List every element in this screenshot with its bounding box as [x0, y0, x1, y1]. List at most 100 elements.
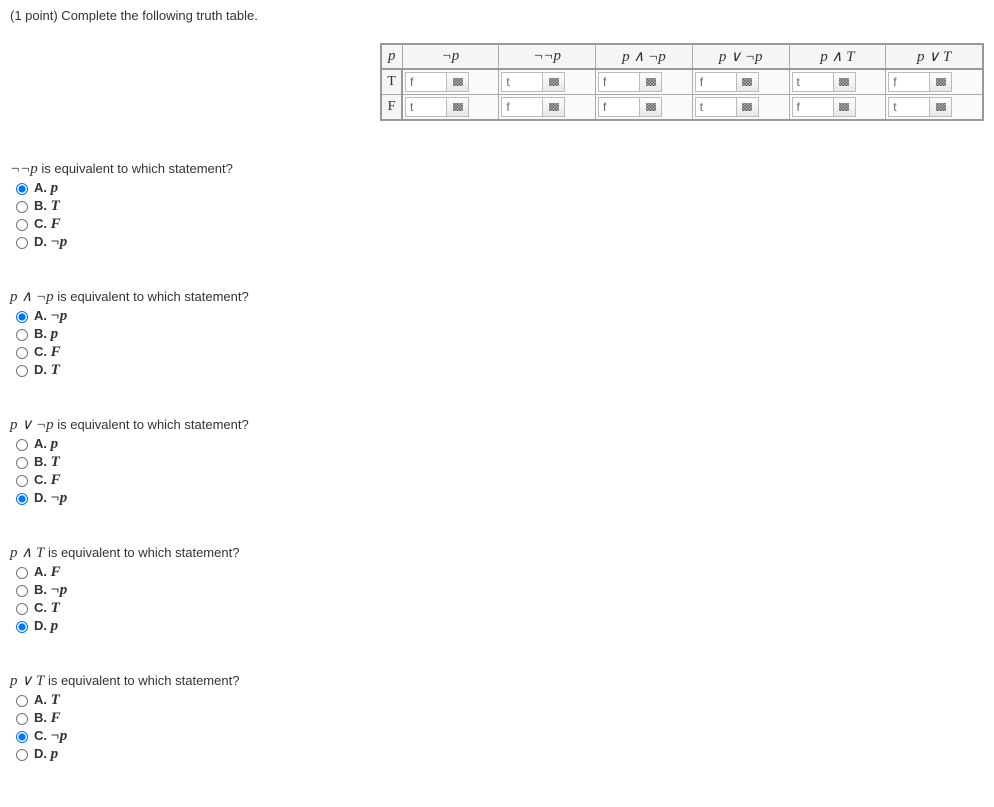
option-value: ¬p — [51, 234, 68, 250]
question-tail: is equivalent to which statement? — [44, 545, 239, 560]
option-label: B. ¬p — [34, 582, 67, 599]
option-radio[interactable] — [16, 347, 28, 359]
option-value: ¬p — [51, 582, 68, 598]
option-value: F — [51, 216, 61, 232]
grid-icon — [936, 103, 946, 111]
truth-value-input[interactable]: f — [792, 97, 834, 117]
grid-icon — [646, 78, 656, 86]
option-label: A. T — [34, 692, 60, 709]
question-block: p ∨ T is equivalent to which statement? A… — [10, 671, 984, 763]
option-row: D. p — [16, 746, 984, 763]
question-tail: is equivalent to which statement? — [54, 289, 249, 304]
option-value: F — [51, 710, 61, 726]
answer-cell: t — [692, 95, 789, 121]
option-radio[interactable] — [16, 621, 28, 633]
option-value: F — [51, 472, 61, 488]
truth-value-input[interactable]: f — [888, 72, 930, 92]
answer-cell: t — [789, 69, 886, 95]
answer-cell: t — [402, 95, 499, 121]
grid-icon — [742, 103, 752, 111]
question-block: ¬¬p is equivalent to which statement?A. … — [10, 161, 984, 251]
option-radio[interactable] — [16, 585, 28, 597]
option-label: B. T — [34, 454, 60, 471]
keypad-button[interactable] — [447, 72, 469, 92]
col-header-porT: p ∨ T — [886, 44, 983, 69]
option-radio[interactable] — [16, 237, 28, 249]
option-row: B. F — [16, 710, 984, 727]
truth-value-input[interactable]: f — [405, 72, 447, 92]
answer-cell: f — [402, 69, 499, 95]
keypad-button[interactable] — [930, 72, 952, 92]
option-radio[interactable] — [16, 183, 28, 195]
truth-value-input[interactable]: t — [792, 72, 834, 92]
keypad-button[interactable] — [640, 97, 662, 117]
option-row: A. ¬p — [16, 308, 984, 325]
question-expression: p ∧ T — [10, 545, 44, 561]
option-label: D. ¬p — [34, 490, 67, 507]
table-header-row: p ¬p ¬¬p p ∧ ¬p p ∨ ¬p p ∧ T p ∨ T — [381, 44, 983, 69]
question-tail: is equivalent to which statement? — [44, 673, 239, 688]
option-radio[interactable] — [16, 201, 28, 213]
option-row: A. F — [16, 564, 984, 581]
option-label: C. F — [34, 344, 61, 361]
col-header-notnotp: ¬¬p — [499, 44, 596, 69]
option-radio[interactable] — [16, 493, 28, 505]
option-radio[interactable] — [16, 567, 28, 579]
option-row: D. ¬p — [16, 490, 984, 507]
option-radio[interactable] — [16, 475, 28, 487]
table-row: Ft f f t f t — [381, 95, 983, 121]
truth-value-input[interactable]: f — [501, 97, 543, 117]
keypad-button[interactable] — [834, 97, 856, 117]
option-radio[interactable] — [16, 219, 28, 231]
col-header-p: p — [381, 44, 402, 69]
option-row: C. F — [16, 216, 984, 233]
problem-prompt: (1 point) Complete the following truth t… — [10, 8, 984, 23]
p-value-cell: F — [381, 95, 402, 121]
keypad-button[interactable] — [834, 72, 856, 92]
option-radio[interactable] — [16, 311, 28, 323]
grid-icon — [549, 103, 559, 111]
keypad-button[interactable] — [543, 72, 565, 92]
truth-value-input[interactable]: f — [598, 97, 640, 117]
truth-value-input[interactable]: t — [501, 72, 543, 92]
keypad-button[interactable] — [930, 97, 952, 117]
question-text: p ∨ T is equivalent to which statement? — [10, 671, 984, 690]
option-value: T — [51, 692, 60, 708]
answer-cell: f — [499, 95, 596, 121]
keypad-button[interactable] — [543, 97, 565, 117]
option-radio[interactable] — [16, 365, 28, 377]
answer-cell: f — [596, 95, 693, 121]
question-block: p ∧ ¬p is equivalent to which statement?… — [10, 287, 984, 379]
option-radio[interactable] — [16, 457, 28, 469]
keypad-button[interactable] — [737, 97, 759, 117]
answer-cell: t — [499, 69, 596, 95]
grid-icon — [453, 103, 463, 111]
truth-value-input[interactable]: f — [598, 72, 640, 92]
option-radio[interactable] — [16, 749, 28, 761]
truth-value-input[interactable]: t — [888, 97, 930, 117]
keypad-button[interactable] — [737, 72, 759, 92]
option-label: D. ¬p — [34, 234, 67, 251]
option-value: T — [51, 600, 60, 616]
option-label: B. p — [34, 326, 58, 343]
option-row: D. ¬p — [16, 234, 984, 251]
keypad-button[interactable] — [447, 97, 469, 117]
grid-icon — [936, 78, 946, 86]
option-radio[interactable] — [16, 329, 28, 341]
option-radio[interactable] — [16, 695, 28, 707]
truth-value-input[interactable]: t — [695, 97, 737, 117]
option-radio[interactable] — [16, 603, 28, 615]
option-row: C. ¬p — [16, 728, 984, 745]
option-row: A. p — [16, 180, 984, 197]
option-radio[interactable] — [16, 731, 28, 743]
truth-value-input[interactable]: f — [695, 72, 737, 92]
option-row: A. p — [16, 436, 984, 453]
keypad-button[interactable] — [640, 72, 662, 92]
option-radio[interactable] — [16, 713, 28, 725]
grid-icon — [839, 78, 849, 86]
truth-value-input[interactable]: t — [405, 97, 447, 117]
option-row: B. ¬p — [16, 582, 984, 599]
grid-icon — [453, 78, 463, 86]
question-block: p ∨ ¬p is equivalent to which statement?… — [10, 415, 984, 507]
option-radio[interactable] — [16, 439, 28, 451]
